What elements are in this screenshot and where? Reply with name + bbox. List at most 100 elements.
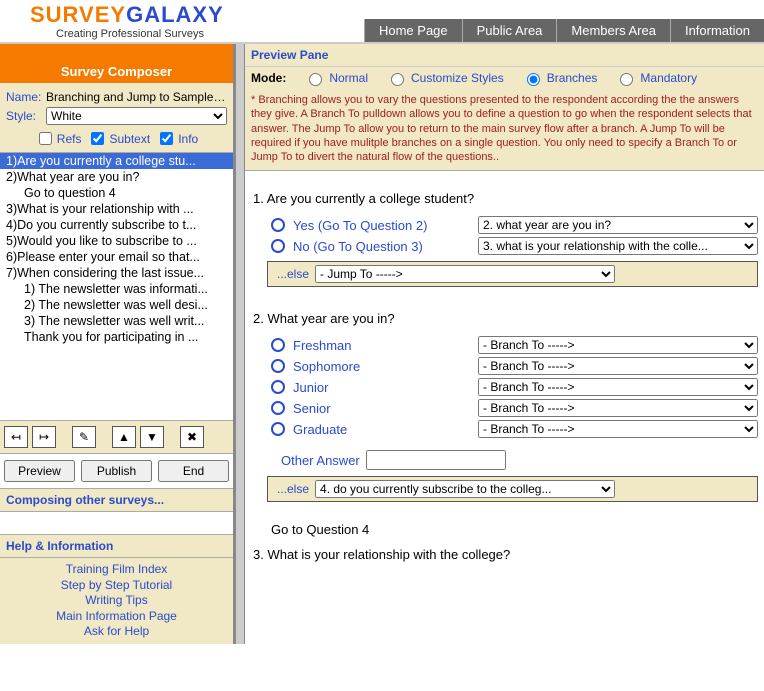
subtext-checkbox[interactable]: Subtext — [87, 129, 150, 148]
preview-button[interactable]: Preview — [4, 460, 75, 482]
logo: SURVEYGALAXY — [30, 2, 224, 28]
question-item[interactable]: Go to question 4 — [0, 185, 233, 201]
q2-o2-label: Sophomore — [293, 359, 478, 374]
question-item[interactable]: 5)Would you like to subscribe to ... — [0, 233, 233, 249]
tagline: Creating Professional Surveys — [56, 28, 224, 40]
radio-icon[interactable] — [271, 218, 285, 232]
composer-controls: Name: Branching and Jump to Sample Su...… — [0, 83, 233, 153]
radio-icon[interactable] — [271, 359, 285, 373]
preview-pane: Preview Pane Mode: Normal Customize Styl… — [245, 44, 764, 644]
mode-label: Mode: — [251, 71, 286, 85]
q2-o3-label: Junior — [293, 380, 478, 395]
q2-o2-select[interactable]: - Branch To -----> — [478, 357, 758, 375]
question-item[interactable]: 1)Are you currently a college stu... — [0, 153, 233, 169]
q2-other-answer: Other Answer — [281, 450, 758, 470]
q2-opt-junior: Junior - Branch To -----> — [271, 378, 758, 396]
mode-branches[interactable]: Branches — [522, 70, 598, 86]
preview-title: Preview Pane — [245, 44, 764, 66]
question-item[interactable]: 3) The newsletter was well writ... — [0, 313, 233, 329]
nav-bar: Home Page Public Area Members Area Infor… — [364, 19, 764, 42]
radio-icon[interactable] — [271, 338, 285, 352]
q1-yes-branch-select[interactable]: 2. what year are you in? — [478, 216, 758, 234]
q2-o5-select[interactable]: - Branch To -----> — [478, 420, 758, 438]
question-item[interactable]: 6)Please enter your email so that... — [0, 249, 233, 265]
nav-home[interactable]: Home Page — [364, 19, 462, 42]
refs-checkbox[interactable]: Refs — [35, 129, 82, 148]
q2-o3-select[interactable]: - Branch To -----> — [478, 378, 758, 396]
radio-icon[interactable] — [271, 422, 285, 436]
radio-icon[interactable] — [271, 239, 285, 253]
end-button[interactable]: End — [158, 460, 229, 482]
q2-o1-label: Freshman — [293, 338, 478, 353]
nav-public[interactable]: Public Area — [462, 19, 557, 42]
logo-word-1: SURVEY — [30, 2, 126, 27]
style-select[interactable]: White — [46, 107, 227, 125]
delete-icon[interactable]: ✖ — [180, 426, 204, 448]
name-label: Name: — [6, 90, 46, 104]
mode-normal[interactable]: Normal — [304, 70, 368, 86]
question-item[interactable]: 1) The newsletter was informati... — [0, 281, 233, 297]
q2-opt-senior: Senior - Branch To -----> — [271, 399, 758, 417]
other-answer-input[interactable] — [366, 450, 506, 470]
q2-opt-graduate: Graduate - Branch To -----> — [271, 420, 758, 438]
help-main-info[interactable]: Main Information Page — [4, 609, 229, 625]
edit-icon[interactable]: ✎ — [72, 426, 96, 448]
move-up-icon[interactable]: ▲ — [112, 426, 136, 448]
q2-o4-label: Senior — [293, 401, 478, 416]
vertical-divider[interactable] — [235, 44, 245, 644]
question-item[interactable]: 2)What year are you in? — [0, 169, 233, 185]
nav-members[interactable]: Members Area — [556, 19, 670, 42]
nav-info[interactable]: Information — [670, 19, 764, 42]
question-item[interactable]: 7)When considering the last issue... — [0, 265, 233, 281]
question-item[interactable]: 3)What is your relationship with ... — [0, 201, 233, 217]
move-right-icon[interactable]: ↦ — [32, 426, 56, 448]
help-training-film[interactable]: Training Film Index — [4, 562, 229, 578]
q2-else-label: ...else — [271, 482, 315, 496]
q1-no-branch-select[interactable]: 3. what is your relationship with the co… — [478, 237, 758, 255]
mode-customize[interactable]: Customize Styles — [386, 70, 504, 86]
question-list[interactable]: 1)Are you currently a college stu...2)Wh… — [0, 153, 233, 421]
mode-mandatory[interactable]: Mandatory — [615, 70, 697, 86]
logo-word-2: GALAXY — [126, 2, 224, 27]
q2-o1-select[interactable]: - Branch To -----> — [478, 336, 758, 354]
composer-title: Survey Composer — [0, 60, 233, 83]
info-checkbox[interactable]: Info — [156, 129, 198, 148]
q1-else-select[interactable]: - Jump To -----> — [315, 265, 615, 283]
orange-strip — [0, 44, 233, 60]
q2-o5-label: Graduate — [293, 422, 478, 437]
help-ask[interactable]: Ask for Help — [4, 624, 229, 640]
other-answer-label: Other Answer — [281, 453, 360, 468]
move-left-icon[interactable]: ↤ — [4, 426, 28, 448]
q2-opt-sophomore: Sophomore - Branch To -----> — [271, 357, 758, 375]
sidebar: Survey Composer Name: Branching and Jump… — [0, 44, 235, 644]
preview-header: Preview Pane Mode: Normal Customize Styl… — [245, 44, 764, 171]
q1-else-label: ...else — [271, 267, 315, 281]
survey-name-value: Branching and Jump to Sample Su... — [46, 90, 227, 104]
question-item[interactable]: Thank you for participating in ... — [0, 329, 233, 345]
help-writing-tips[interactable]: Writing Tips — [4, 593, 229, 609]
q1-else-row: ...else - Jump To -----> — [267, 261, 758, 287]
help-step-by-step[interactable]: Step by Step Tutorial — [4, 578, 229, 594]
style-label: Style: — [6, 109, 46, 123]
logo-area: SURVEYGALAXY Creating Professional Surve… — [0, 0, 232, 42]
question-item[interactable]: 4)Do you currently subscribe to t... — [0, 217, 233, 233]
help-links: Training Film Index Step by Step Tutoria… — [0, 558, 233, 644]
move-down-icon[interactable]: ▼ — [140, 426, 164, 448]
q1-option-yes: Yes (Go To Question 2) 2. what year are … — [271, 216, 758, 234]
q2-text: 2. What year are you in? — [253, 311, 758, 326]
q2-else-row: ...else 4. do you currently subscribe to… — [267, 476, 758, 502]
q1-option-no: No (Go To Question 3) 3. what is your re… — [271, 237, 758, 255]
radio-icon[interactable] — [271, 380, 285, 394]
q1-text: 1. Are you currently a college student? — [253, 191, 758, 206]
other-surveys-panel[interactable]: Composing other surveys... — [0, 488, 233, 512]
composer-button-row: Preview Publish End — [0, 454, 233, 488]
q2-o4-select[interactable]: - Branch To -----> — [478, 399, 758, 417]
question-item[interactable]: 2) The newsletter was well desi... — [0, 297, 233, 313]
q2-else-select[interactable]: 4. do you currently subscribe to the col… — [315, 480, 615, 498]
q2-opt-freshman: Freshman - Branch To -----> — [271, 336, 758, 354]
publish-button[interactable]: Publish — [81, 460, 152, 482]
q3-text: 3. What is your relationship with the co… — [253, 547, 758, 562]
radio-icon[interactable] — [271, 401, 285, 415]
main: Survey Composer Name: Branching and Jump… — [0, 44, 764, 644]
q1-no-label: No (Go To Question 3) — [293, 239, 478, 254]
